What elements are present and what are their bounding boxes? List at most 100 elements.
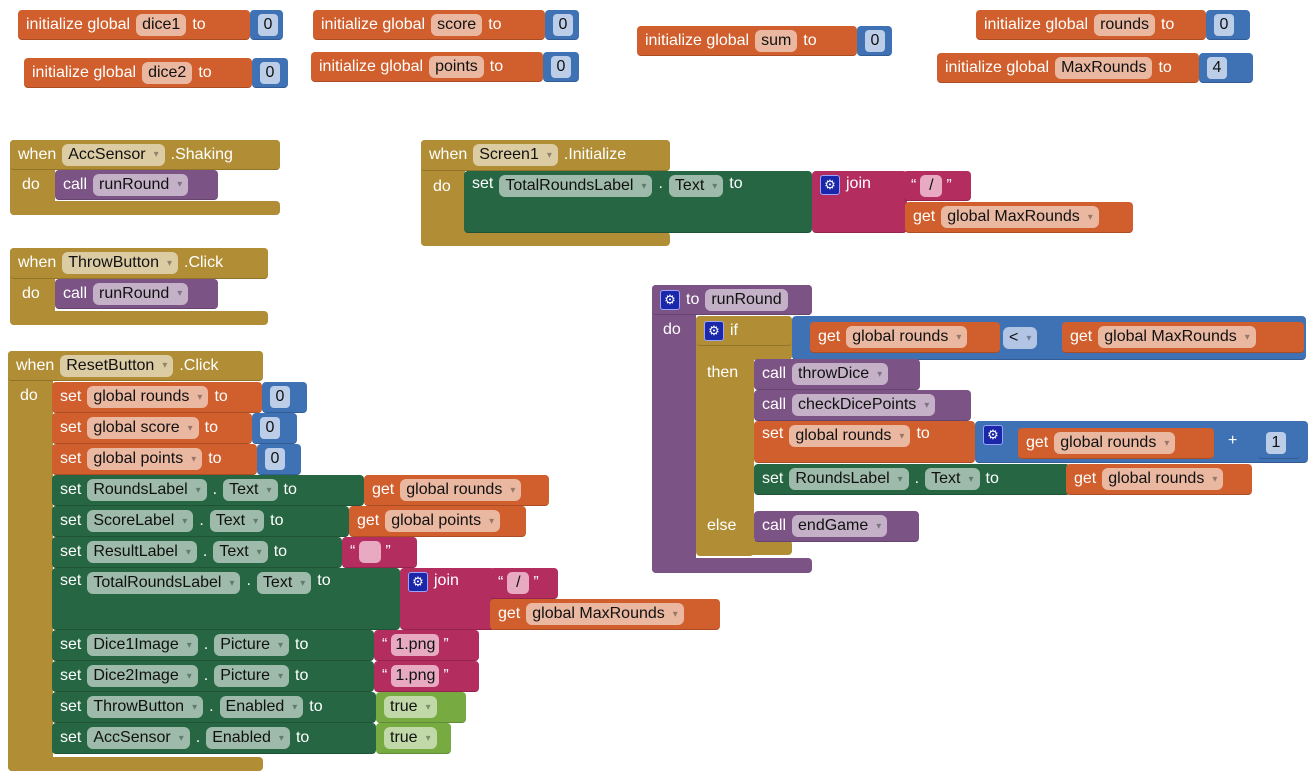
- dropdown-arrow-icon[interactable]: ▾: [229, 578, 234, 589]
- dropdown-arrow-icon[interactable]: ▾: [426, 702, 431, 713]
- number-block[interactable]: 0: [252, 58, 288, 88]
- gear-icon[interactable]: ⚙: [408, 572, 428, 592]
- initialize-global-dice2-block[interactable]: initialize global dice2 to: [24, 58, 252, 88]
- variable-dropdown[interactable]: global rounds ▾: [400, 479, 522, 501]
- number-block[interactable]: 4: [1199, 53, 1253, 83]
- number-block[interactable]: 1: [1258, 428, 1300, 459]
- if-block-bottom[interactable]: [696, 540, 792, 555]
- number-field[interactable]: 0: [865, 29, 885, 52]
- property-dropdown[interactable]: Picture ▾: [214, 634, 290, 656]
- property-dropdown[interactable]: Picture ▾: [214, 665, 290, 687]
- number-field[interactable]: 4: [1207, 56, 1227, 79]
- text-block[interactable]: /: [903, 171, 971, 201]
- procedure-dropdown[interactable]: runRound ▾: [93, 173, 189, 196]
- dropdown-arrow-icon[interactable]: ▾: [162, 360, 167, 371]
- call-endgame-block[interactable]: call endGame ▾: [754, 511, 919, 542]
- dropdown-arrow-icon[interactable]: ▾: [177, 288, 182, 299]
- number-field[interactable]: 1: [1266, 432, 1286, 454]
- number-block[interactable]: 0: [1206, 10, 1250, 40]
- number-field[interactable]: 0: [551, 55, 571, 78]
- component-dropdown[interactable]: RoundsLabel ▾: [87, 479, 207, 501]
- dropdown-arrow-icon[interactable]: ▾: [510, 485, 515, 496]
- get-global-rounds-block[interactable]: get global rounds ▾: [810, 322, 1000, 353]
- variable-name-field[interactable]: MaxRounds: [1055, 56, 1153, 79]
- procedure-runround-header[interactable]: ⚙ to runRound: [652, 285, 812, 315]
- dropdown-arrow-icon[interactable]: ▾: [899, 431, 904, 442]
- property-dropdown[interactable]: Text ▾: [256, 572, 312, 594]
- text-block[interactable]: 1.png: [374, 661, 479, 692]
- text-value-field[interactable]: /: [507, 572, 530, 594]
- number-field[interactable]: 0: [258, 13, 278, 36]
- variable-name-field[interactable]: rounds: [1094, 13, 1155, 36]
- get-global-maxrounds-block[interactable]: get global MaxRounds ▾: [490, 599, 720, 630]
- call-runround-block[interactable]: call runRound ▾: [55, 170, 218, 200]
- dropdown-arrow-icon[interactable]: ▾: [641, 181, 646, 192]
- variable-dropdown[interactable]: global score ▾: [87, 417, 199, 439]
- property-dropdown[interactable]: Text ▾: [223, 479, 278, 501]
- property-dropdown[interactable]: Enabled ▾: [219, 696, 304, 718]
- dropdown-arrow-icon[interactable]: ▾: [182, 516, 187, 527]
- dropdown-arrow-icon[interactable]: ▾: [1164, 438, 1169, 449]
- variable-name-field[interactable]: dice1: [136, 13, 187, 36]
- number-field[interactable]: 0: [265, 448, 285, 470]
- set-global-variable-block[interactable]: set global score ▾ to: [52, 413, 252, 444]
- variable-name-field[interactable]: score: [431, 13, 483, 36]
- number-field[interactable]: 0: [270, 386, 290, 408]
- number-block[interactable]: 0: [857, 26, 892, 56]
- get-global-rounds-block[interactable]: get global rounds ▾: [1018, 428, 1214, 459]
- variable-dropdown[interactable]: global points ▾: [87, 448, 203, 470]
- dropdown-arrow-icon[interactable]: ▾: [187, 640, 192, 651]
- property-dropdown[interactable]: Enabled ▾: [206, 727, 290, 749]
- number-field[interactable]: 0: [260, 61, 280, 84]
- set-roundslabel-text-block[interactable]: set RoundsLabel ▾. Text ▾ to: [52, 475, 364, 506]
- variable-dropdown[interactable]: global MaxRounds ▾: [526, 603, 684, 625]
- property-dropdown[interactable]: Text ▾: [925, 468, 980, 490]
- dropdown-arrow-icon[interactable]: ▾: [968, 474, 973, 485]
- component-dropdown[interactable]: ScoreLabel ▾: [87, 510, 194, 532]
- if-header[interactable]: ⚙ if: [696, 316, 792, 346]
- component-dropdown[interactable]: RoundsLabel ▾: [789, 468, 909, 490]
- text-value-field[interactable]: 1.png: [391, 634, 440, 656]
- when-resetbutton-click-block-header[interactable]: when ResetButton ▾ .Click: [8, 351, 263, 381]
- text-block[interactable]: 1.png: [374, 630, 479, 661]
- when-throwbutton-click-block-header[interactable]: when ThrowButton ▾ .Click: [10, 248, 268, 279]
- when-screen1-initialize-block-bottom[interactable]: [421, 232, 670, 246]
- dropdown-arrow-icon[interactable]: ▾: [187, 671, 192, 682]
- number-block[interactable]: 0: [262, 382, 307, 413]
- dropdown-arrow-icon[interactable]: ▾: [253, 516, 258, 527]
- set-resultlabel-text-block[interactable]: set ResultLabel ▾. Text ▾ to: [52, 537, 342, 568]
- gear-icon[interactable]: ⚙: [983, 425, 1003, 445]
- component-dropdown[interactable]: AccSensor ▾: [87, 727, 190, 749]
- join-block[interactable]: ⚙ join: [812, 171, 907, 233]
- text-value-field[interactable]: 1.png: [391, 665, 440, 687]
- initialize-global-dice1-block[interactable]: initialize global dice1 to: [18, 10, 250, 40]
- get-global-points-block[interactable]: get global points ▾: [349, 506, 526, 537]
- get-global-rounds-block[interactable]: get global rounds ▾: [364, 475, 549, 506]
- number-block[interactable]: 0: [250, 10, 283, 40]
- number-block[interactable]: 0: [252, 413, 297, 444]
- procedure-dropdown[interactable]: runRound ▾: [93, 282, 189, 305]
- set-dice2image-picture-block[interactable]: set Dice2Image ▾. Picture ▾ to: [52, 661, 374, 692]
- dropdown-arrow-icon[interactable]: ▾: [673, 609, 678, 620]
- set-totalroundslabel-text-block[interactable]: set TotalRoundsLabel ▾. Text ▾ to: [52, 568, 400, 630]
- dropdown-arrow-icon[interactable]: ▾: [197, 392, 202, 403]
- component-dropdown[interactable]: AccSensor ▾: [62, 143, 165, 166]
- dropdown-arrow-icon[interactable]: ▾: [1245, 332, 1250, 343]
- get-global-maxrounds-block[interactable]: get global MaxRounds ▾: [1062, 322, 1304, 353]
- property-dropdown[interactable]: Text ▾: [213, 541, 268, 563]
- text-value-field[interactable]: [359, 541, 382, 563]
- join-block[interactable]: ⚙ join: [400, 568, 495, 630]
- dropdown-arrow-icon[interactable]: ▾: [292, 702, 297, 713]
- dropdown-arrow-icon[interactable]: ▾: [167, 258, 172, 269]
- variable-dropdown[interactable]: global rounds ▾: [846, 326, 968, 348]
- variable-dropdown[interactable]: global points ▾: [385, 510, 501, 532]
- component-dropdown[interactable]: ResultLabel ▾: [87, 541, 197, 563]
- text-literal[interactable]: [350, 541, 391, 563]
- dropdown-arrow-icon[interactable]: ▾: [489, 516, 494, 527]
- number-block[interactable]: 0: [545, 10, 579, 40]
- variable-dropdown[interactable]: global rounds ▾: [789, 425, 911, 447]
- set-scorelabel-text-block[interactable]: set ScoreLabel ▾. Text ▾ to: [52, 506, 349, 537]
- text-value-field[interactable]: /: [920, 174, 943, 197]
- dropdown-arrow-icon[interactable]: ▾: [426, 733, 431, 744]
- call-checkdicepoints-block[interactable]: call checkDicePoints ▾: [754, 390, 971, 421]
